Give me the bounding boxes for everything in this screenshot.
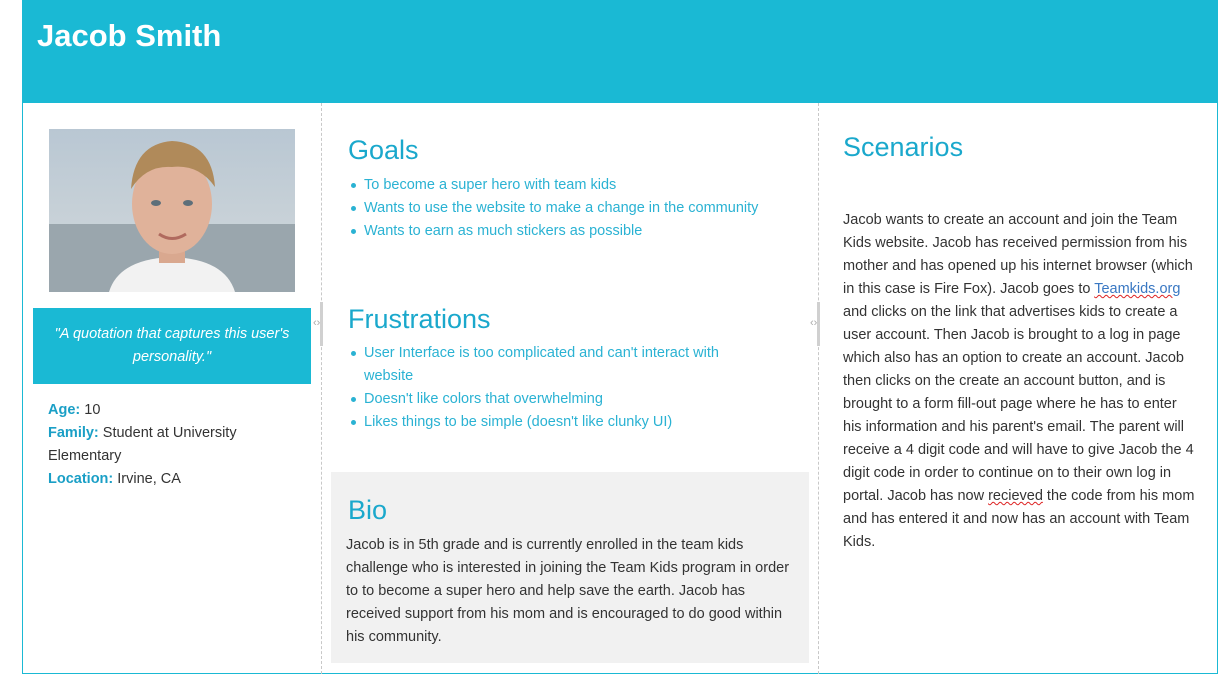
fact-age: Age: 10 (48, 402, 101, 418)
resize-arrows-icon: ‹› (810, 317, 818, 329)
teamkids-link[interactable]: Teamkids.org (1094, 281, 1180, 297)
frustrations-list: User Interface is too complicated and ca… (348, 342, 763, 434)
list-item: To become a super hero with team kids (348, 174, 808, 197)
scenarios-heading: Scenarios (843, 132, 964, 162)
spellcheck-word[interactable]: recieved (988, 488, 1043, 504)
persona-quote: "A quotation that captures this user's p… (33, 308, 311, 384)
scenarios-text: Jacob wants to create an account and joi… (843, 212, 1195, 550)
persona-photo (49, 129, 295, 292)
persona-name: Jacob Smith (37, 18, 222, 53)
list-item: User Interface is too complicated and ca… (348, 342, 763, 388)
list-item: Doesn't like colors that overwhelming (348, 388, 763, 411)
fact-location: Location: Irvine, CA (48, 471, 181, 487)
column-divider-2 (818, 103, 819, 674)
list-item: Wants to earn as much stickers as possib… (348, 220, 808, 243)
goals-list: To become a super hero with team kids Wa… (348, 174, 808, 243)
resize-arrows-icon: ‹› (313, 317, 321, 329)
list-item: Wants to use the website to make a chang… (348, 197, 808, 220)
fact-family: Family: Student at University Elementary (48, 425, 237, 464)
persona-facts: Age: 10 Family: Student at University El… (48, 399, 298, 491)
resize-handle-icon[interactable] (817, 302, 820, 346)
bio-text: Jacob is in 5th grade and is currently e… (346, 537, 790, 645)
column-divider-1 (321, 103, 322, 674)
list-item: Likes things to be simple (doesn't like … (348, 411, 763, 434)
bio-heading: Bio (348, 495, 388, 525)
resize-handle-icon[interactable] (320, 302, 323, 346)
frustrations-heading: Frustrations (348, 304, 491, 334)
goals-heading: Goals (348, 135, 419, 165)
